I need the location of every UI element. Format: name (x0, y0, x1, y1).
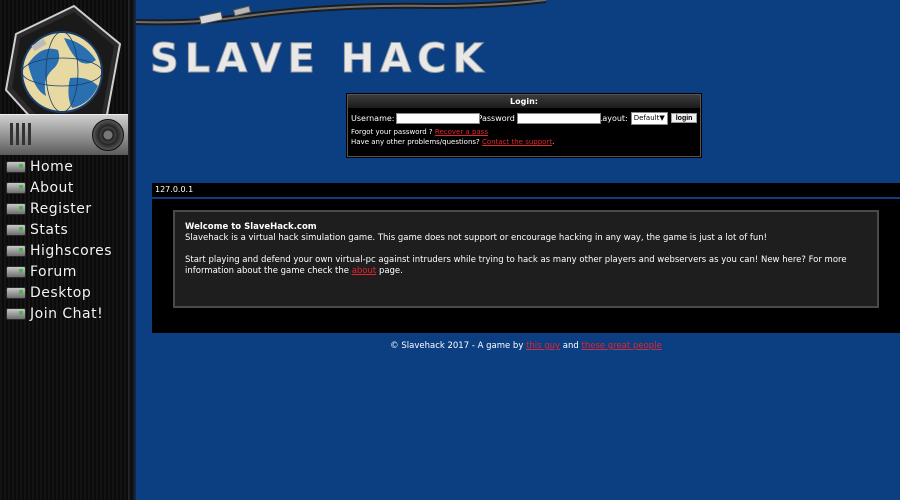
forgot-password-line: Forgot your password ? Recover a pass (348, 125, 700, 137)
footer: © Slavehack 2017 - A game by this guy an… (152, 341, 900, 351)
login-form-row: Username: Password Layout: Default ▼ log… (348, 108, 700, 125)
footer-prefix: © Slavehack 2017 - A game by (390, 341, 524, 351)
login-title: Login: (348, 95, 700, 108)
login-panel: Login: Username: Password Layout: Defaul… (347, 94, 701, 157)
great-people-link[interactable]: these great people (582, 341, 662, 351)
layout-label: Layout: (597, 113, 628, 123)
intro-text: Slavehack is a virtual hack simulation g… (185, 233, 768, 243)
nav-item-label: Desktop (30, 284, 92, 301)
username-label: Username: (351, 113, 395, 123)
nav-item-about[interactable]: About (6, 177, 130, 198)
layout-select[interactable]: Default ▼ (630, 111, 668, 125)
computer-icon (6, 202, 26, 215)
password-label: Password (477, 113, 515, 123)
main-nav: Home About Register Stats Highscores Forum Des… (6, 156, 130, 324)
fan-icon (92, 119, 124, 151)
cable-decoration (136, 0, 546, 26)
computer-icon (6, 307, 26, 320)
ip-address: 127.0.0.1 (155, 185, 194, 194)
password-input[interactable] (516, 112, 601, 124)
nav-item-label: Join Chat! (30, 305, 104, 322)
welcome-box: Welcome to SlaveHack.com Slavehack is a … (173, 210, 879, 308)
globe-logo-icon (4, 4, 122, 132)
nav-item-home[interactable]: Home (6, 156, 130, 177)
nav-item-label: Home (30, 158, 74, 175)
support-line: Have any other problems/questions? Conta… (348, 137, 700, 147)
nav-item-label: Stats (30, 221, 69, 238)
nav-item-join-chat[interactable]: Join Chat! (6, 303, 130, 324)
nav-item-forum[interactable]: Forum (6, 261, 130, 282)
computer-icon (6, 286, 26, 299)
login-button[interactable]: login (670, 113, 698, 123)
nav-item-desktop[interactable]: Desktop (6, 282, 130, 303)
welcome-title: Welcome to SlaveHack.com (185, 222, 317, 232)
site-logo: SLAVE HACK (150, 36, 490, 80)
problems-prefix: Have any other problems/questions? (351, 138, 480, 146)
logo-text: SLAVE HACK (150, 36, 490, 80)
computer-icon (6, 160, 26, 173)
username-input[interactable] (396, 112, 481, 124)
ip-bar: 127.0.0.1 (152, 183, 900, 197)
chevron-down-icon: ▼ (659, 114, 665, 122)
footer-middle: and (562, 341, 579, 351)
body-text: Start playing and defend your own virtua… (185, 255, 867, 277)
computer-icon (6, 223, 26, 236)
about-link[interactable]: about (352, 266, 377, 276)
computer-icon (6, 181, 26, 194)
nav-item-highscores[interactable]: Highscores (6, 240, 130, 261)
nav-item-label: About (30, 179, 74, 196)
recover-password-link[interactable]: Recover a pass (435, 128, 488, 136)
computer-icon (6, 244, 26, 257)
body-text-before: Start playing and defend your own virtua… (185, 255, 847, 276)
nav-item-label: Highscores (30, 242, 113, 259)
problems-suffix: . (552, 138, 555, 146)
body-text-after: page. (378, 266, 403, 276)
nav-item-stats[interactable]: Stats (6, 219, 130, 240)
computer-icon (6, 265, 26, 278)
this-guy-link[interactable]: this guy (526, 341, 560, 351)
layout-selected-value: Default (633, 114, 660, 122)
nav-item-register[interactable]: Register (6, 198, 130, 219)
nav-item-label: Register (30, 200, 92, 217)
nav-item-label: Forum (30, 263, 77, 280)
contact-support-link[interactable]: Contact the support (482, 138, 552, 146)
server-machine-image (0, 114, 128, 155)
forgot-prefix: Forgot your password ? (351, 128, 433, 136)
main-panel: Welcome to SlaveHack.com Slavehack is a … (152, 199, 900, 333)
